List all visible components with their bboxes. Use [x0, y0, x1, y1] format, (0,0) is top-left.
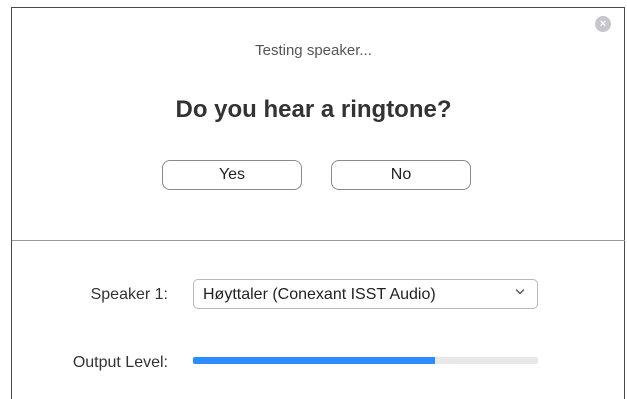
speaker-select[interactable]: Høyttaler (Conexant ISST Audio) [193, 279, 538, 309]
testing-status-text: Testing speaker... [255, 42, 372, 59]
output-level-fill [193, 357, 435, 364]
speaker-selected-value: Høyttaler (Conexant ISST Audio) [203, 286, 436, 303]
output-level-meter [193, 357, 538, 364]
yes-button[interactable]: Yes [162, 160, 302, 190]
chevron-down-icon [515, 289, 525, 295]
speaker-test-dialog [11, 7, 625, 399]
output-level-label: Output Level: [72, 354, 168, 371]
close-icon[interactable]: × [595, 16, 611, 32]
ringtone-question: Do you hear a ringtone? [175, 96, 452, 123]
section-divider [12, 240, 625, 241]
speaker-label: Speaker 1: [90, 286, 168, 303]
no-button[interactable]: No [331, 160, 471, 190]
